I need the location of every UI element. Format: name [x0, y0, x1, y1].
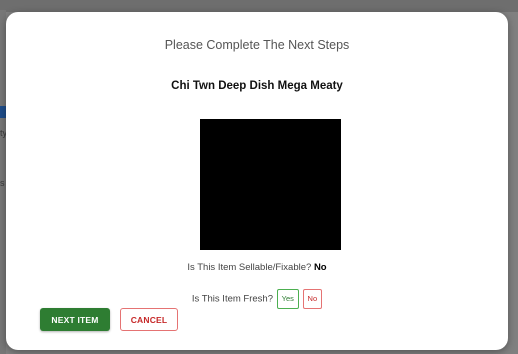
item-name: Chi Twn Deep Dish Mega Meaty	[171, 80, 343, 92]
fresh-question: Is This Item Fresh? Yes No	[6, 289, 508, 309]
steps-dialog: Please Complete The Next Steps Chi Twn D…	[6, 12, 508, 350]
background-text: s	[0, 178, 5, 188]
fresh-question-label: Is This Item Fresh?	[191, 293, 273, 305]
sellable-question: Is This Item Sellable/Fixable? No	[6, 262, 508, 273]
sellable-question-label: Is This Item Sellable/Fixable?	[187, 262, 312, 273]
dialog-title: Please Complete The Next Steps	[164, 38, 350, 52]
fresh-no-button[interactable]: No	[302, 289, 323, 309]
sellable-answer: No	[313, 262, 327, 274]
background-header	[0, 0, 518, 12]
next-item-button[interactable]: NEXT ITEM	[40, 308, 110, 331]
item-image	[200, 119, 341, 250]
cancel-button[interactable]: CANCEL	[120, 308, 178, 331]
fresh-yes-button[interactable]: Yes	[276, 289, 299, 309]
